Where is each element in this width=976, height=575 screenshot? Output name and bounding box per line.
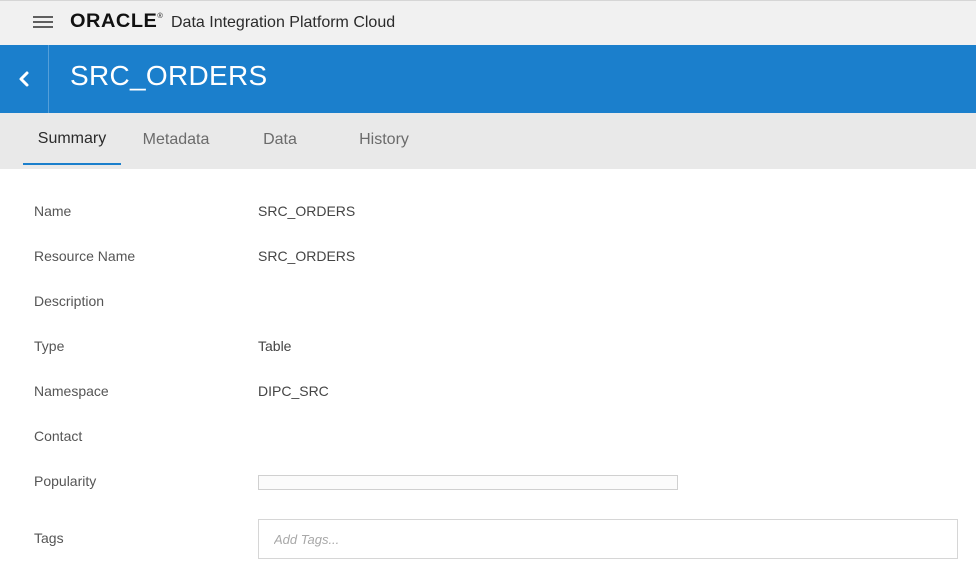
popularity-label: Popularity [34,473,97,489]
back-button[interactable] [0,45,49,113]
name-value: SRC_ORDERS [258,203,356,219]
oracle-logo: ORACLE® [70,11,163,33]
brand-text: ORACLE [70,11,158,32]
tab-bar: Summary Metadata Data History [0,113,976,169]
app-title: Data Integration Platform Cloud [171,14,396,31]
tab-summary[interactable]: Summary [23,113,121,165]
description-label: Description [34,293,105,309]
page-title: SRC_ORDERS [70,60,268,91]
contact-label: Contact [34,428,83,444]
type-label: Type [34,338,65,354]
hamburger-menu-icon[interactable] [33,14,53,30]
tags-input[interactable] [258,519,958,559]
popularity-bar [258,475,678,490]
page-header: SRC_ORDERS [0,45,976,113]
tab-metadata[interactable]: Metadata [136,113,216,163]
top-bar: ORACLE® Data Integration Platform Cloud [0,0,976,45]
resource-name-value: SRC_ORDERS [258,248,356,264]
type-value: Table [258,338,292,354]
tab-data[interactable]: Data [250,113,310,163]
name-label: Name [34,203,72,219]
registered-mark: ® [157,13,164,20]
tab-history[interactable]: History [350,113,418,163]
namespace-label: Namespace [34,383,109,399]
tags-label: Tags [34,530,64,546]
chevron-left-icon [19,71,29,87]
resource-name-label: Resource Name [34,248,136,264]
namespace-value: DIPC_SRC [258,383,329,399]
